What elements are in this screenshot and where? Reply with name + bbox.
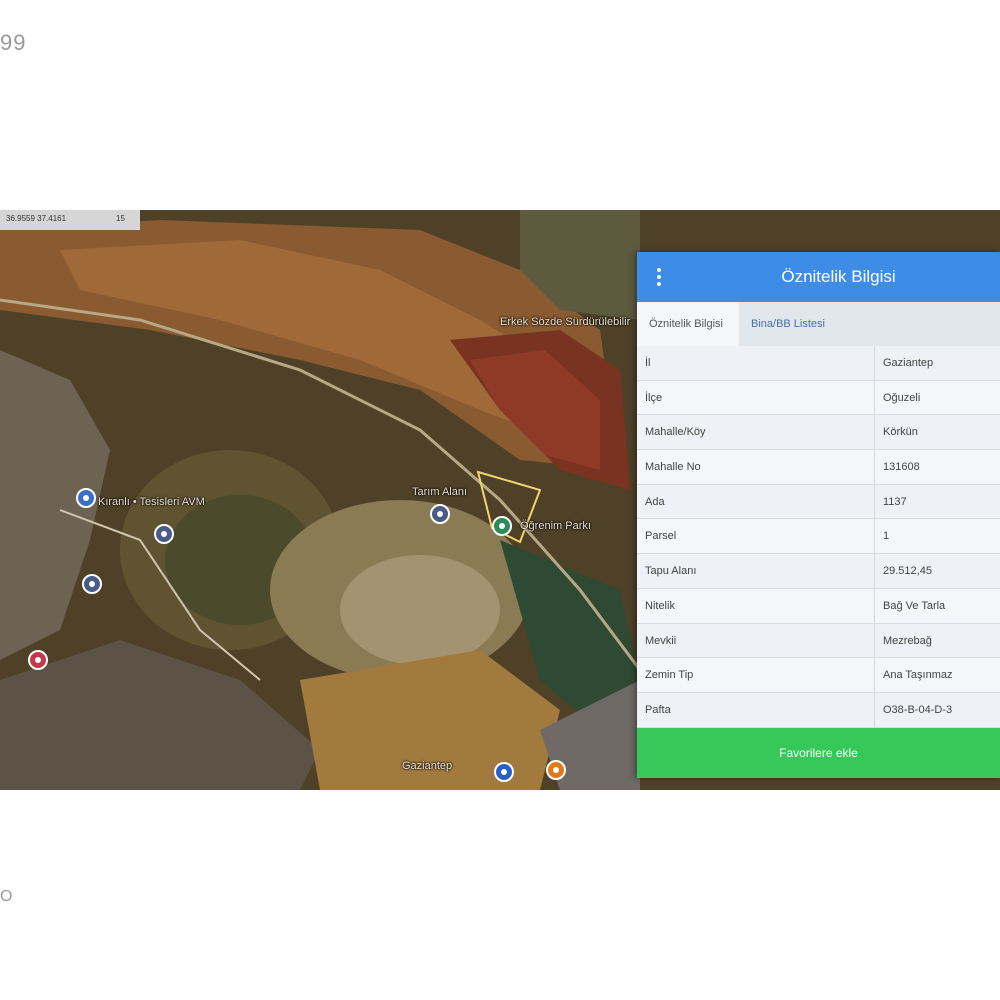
table-row: Nitelik Bağ Ve Tarla: [637, 588, 1000, 624]
zoom-readout: 15: [116, 214, 125, 223]
panel-tabs: Öznitelik Bilgisi Bina/BB Listesi: [637, 302, 1000, 346]
row-value: 1137: [883, 495, 907, 508]
row-key: Zemin Tip: [645, 669, 694, 682]
map-label: Tarım Alanı: [412, 486, 468, 498]
row-key: Mahalle/Köy: [645, 426, 706, 439]
row-key: İlçe: [645, 391, 663, 404]
tab-building-list[interactable]: Bina/BB Listesi: [739, 302, 837, 346]
table-row: Pafta O38-B-04-D-3: [637, 692, 1000, 728]
table-row: Mevkii Mezrebağ: [637, 623, 1000, 659]
corner-logo: O: [0, 888, 13, 905]
map-label: Gaziantep: [402, 760, 453, 772]
attribute-table: İl Gaziantep İlçe Oğuzeli Mahalle/Köy Körkü…: [637, 346, 1000, 728]
mosque-poi-icon[interactable]: [154, 524, 174, 544]
row-value: Bağ Ve Tarla: [883, 599, 946, 612]
tab-attribute-info[interactable]: Öznitelik Bilgisi: [637, 302, 739, 346]
map-label: Kıranlı • Tesisleri AVM: [98, 496, 205, 508]
map-label: Öğrenim Parkı: [520, 520, 591, 532]
row-key: Parsel: [645, 530, 677, 543]
row-value: Ana Taşınmaz: [883, 669, 953, 682]
table-row: İl Gaziantep: [637, 346, 1000, 381]
row-value: Oğuzeli: [883, 391, 921, 404]
row-value: Körkün: [883, 426, 918, 439]
coordinate-readout: 36.9559 37.4161: [6, 214, 67, 223]
row-value: Mezrebağ: [883, 634, 932, 647]
table-row: Tapu Alanı 29.512,45: [637, 554, 1000, 589]
building-poi-icon[interactable]: [82, 574, 102, 594]
row-value: Gaziantep: [883, 357, 934, 369]
hospital-poi-icon[interactable]: [28, 650, 48, 670]
table-row: İlçe Oğuzeli: [637, 380, 1000, 416]
row-value: O38-B-04-D-3: [883, 703, 953, 716]
table-row: Parsel 1: [637, 519, 1000, 555]
map-label: Erkek Sözde Sürdürülebilir: [500, 316, 631, 328]
row-value: 131608: [883, 461, 920, 474]
row-key: Mevkii: [645, 634, 677, 647]
row-key: Nitelik: [645, 599, 675, 612]
school-poi-icon[interactable]: [76, 488, 96, 508]
table-row: Zemin Tip Ana Taşınmaz: [637, 658, 1000, 693]
park-poi-icon[interactable]: [492, 516, 512, 536]
row-key: Pafta: [645, 703, 671, 716]
parcel-poi-icon[interactable]: [430, 504, 450, 524]
row-value: 29.512,45: [883, 565, 932, 578]
table-row: Mahalle No 131608: [637, 450, 1000, 485]
bus-poi-icon[interactable]: [494, 762, 514, 782]
attribute-panel: Öznitelik Bilgisi Öznitelik Bilgisi Bina…: [637, 252, 1000, 778]
coordinate-bar: 36.9559 37.4161 15: [0, 210, 140, 230]
row-key: Mahalle No: [645, 461, 701, 474]
panel-title: Öznitelik Bilgisi: [781, 267, 896, 286]
row-key: İl: [645, 357, 651, 369]
corner-text: 99: [0, 30, 27, 55]
row-value: 1: [883, 530, 890, 543]
table-row: Mahalle/Köy Körkün: [637, 415, 1000, 451]
table-row: Ada 1137: [637, 484, 1000, 520]
add-to-favorites-button[interactable]: Favorilere ekle: [637, 728, 1000, 778]
food-poi-icon[interactable]: [546, 760, 566, 780]
panel-header: Öznitelik Bilgisi: [637, 252, 1000, 302]
row-key: Ada: [645, 495, 665, 508]
row-key: Tapu Alanı: [645, 565, 697, 578]
